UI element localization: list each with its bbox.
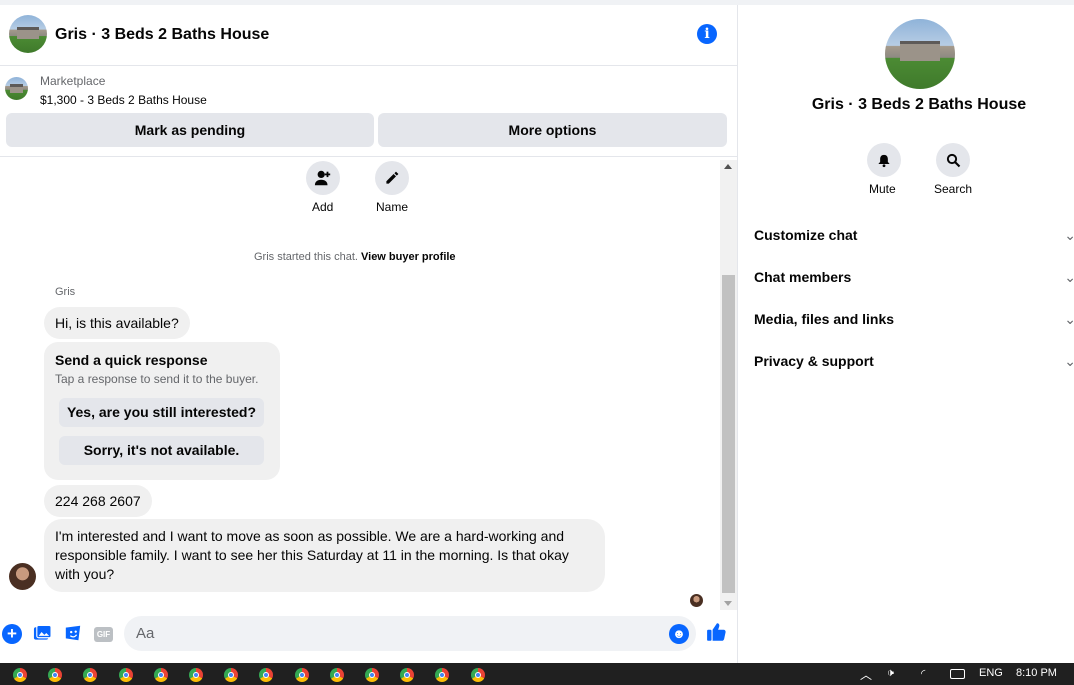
listing-avatar[interactable] [9, 15, 47, 53]
add-person-icon [314, 170, 331, 185]
media-files-links-section[interactable]: Media, files and links ⌄ [754, 311, 1074, 327]
battery-icon[interactable] [950, 669, 965, 679]
show-hidden-icons-icon[interactable]: ︿ [860, 666, 872, 683]
chevron-down-icon: ⌄ [1064, 227, 1074, 243]
mute-button[interactable] [867, 143, 901, 177]
chat-started-notice: Gris started this chat. View buyer profi… [254, 251, 456, 263]
name-label: Name [376, 200, 409, 214]
chevron-down-icon: ⌄ [1064, 269, 1074, 285]
chevron-down-icon: ⌄ [1064, 311, 1074, 327]
chrome-taskbar-icon[interactable] [365, 668, 379, 682]
mute-label: Mute [869, 182, 896, 196]
quick-response-card: Send a quick response Tap a response to … [44, 342, 280, 480]
more-options-button[interactable]: More options [378, 113, 727, 147]
privacy-support-section[interactable]: Privacy & support ⌄ [754, 353, 1074, 369]
message-bubble[interactable]: 224 268 2607 [44, 485, 152, 517]
gif-icon[interactable]: GIF [94, 627, 113, 642]
bell-icon [878, 154, 890, 167]
chrome-taskbar-icon[interactable] [83, 668, 98, 682]
chrome-taskbar-icon[interactable] [189, 668, 203, 682]
clock[interactable]: 8:10 PM [1016, 667, 1057, 679]
chrome-taskbar-icon[interactable] [294, 668, 309, 682]
scroll-down-arrow-icon[interactable] [724, 601, 732, 606]
chrome-taskbar-icon[interactable] [259, 668, 274, 682]
search-label: Search [934, 182, 973, 196]
message-thread: Add Name Gris started this chat. View bu… [0, 158, 738, 610]
speaker-icon[interactable]: 🕩 [887, 667, 894, 680]
listing-price-title[interactable]: $1,300 - 3 Beds 2 Baths House [40, 93, 207, 107]
sender-avatar[interactable] [9, 563, 36, 590]
message-composer: + GIF ☻ [0, 613, 738, 663]
read-receipt-avatar [690, 594, 703, 607]
chrome-taskbar-icon[interactable] [153, 668, 168, 682]
wifi-icon[interactable]: ◜ [921, 667, 925, 680]
add-person-button[interactable] [306, 161, 340, 195]
customize-chat-section[interactable]: Customize chat ⌄ [754, 227, 1074, 243]
chat-members-section[interactable]: Chat members ⌄ [754, 269, 1074, 285]
plus-icon[interactable]: + [2, 624, 22, 644]
conversation-pane: Gris · 3 Beds 2 Baths House i Marketplac… [0, 5, 738, 663]
chrome-taskbar-icon[interactable] [329, 668, 344, 682]
pencil-icon [386, 171, 399, 184]
quick-response-sorry-button[interactable]: Sorry, it's not available. [59, 436, 264, 465]
language-indicator[interactable]: ENG [979, 667, 1003, 679]
add-label: Add [312, 200, 334, 214]
chrome-taskbar-icon[interactable] [400, 668, 415, 682]
conversation-header: Gris · 3 Beds 2 Baths House i [0, 5, 738, 66]
search-icon [946, 153, 960, 167]
messenger-window: Gris · 3 Beds 2 Baths House i Marketplac… [0, 0, 1074, 663]
chrome-taskbar-icon[interactable] [13, 668, 27, 682]
thread-scrollbar[interactable] [720, 160, 737, 610]
chevron-down-icon: ⌄ [1064, 353, 1074, 369]
marketplace-listing-bar: Marketplace $1,300 - 3 Beds 2 Baths Hous… [0, 67, 738, 157]
message-input[interactable] [124, 616, 696, 651]
view-buyer-profile-link[interactable]: View buyer profile [361, 251, 456, 263]
chrome-taskbar-icon[interactable] [470, 668, 485, 682]
quick-response-yes-button[interactable]: Yes, are you still interested? [59, 398, 264, 427]
info-icon[interactable]: i [697, 24, 717, 44]
chrome-taskbar-icon[interactable] [48, 668, 63, 682]
thumbs-up-icon[interactable] [706, 621, 728, 649]
details-title: Gris · 3 Beds 2 Baths House [811, 96, 1027, 113]
sticker-icon[interactable] [63, 624, 83, 644]
conversation-details-panel: Gris · 3 Beds 2 Baths House Mute Search … [739, 5, 1074, 663]
mark-as-pending-button[interactable]: Mark as pending [6, 113, 374, 147]
scroll-up-arrow-icon[interactable] [724, 164, 732, 169]
message-bubble[interactable]: Hi, is this available? [44, 307, 190, 339]
photo-icon[interactable] [32, 624, 52, 644]
chrome-taskbar-icon[interactable] [118, 668, 133, 682]
name-button[interactable] [375, 161, 409, 195]
quick-response-title: Send a quick response [55, 352, 208, 368]
message-bubble[interactable]: I'm interested and I want to move as soo… [44, 519, 605, 592]
quick-response-subtitle: Tap a response to send it to the buyer. [55, 372, 259, 386]
chrome-taskbar-icon[interactable] [224, 668, 239, 682]
search-button[interactable] [936, 143, 970, 177]
listing-category: Marketplace [40, 74, 106, 88]
scrollbar-thumb[interactable] [722, 275, 735, 593]
emoji-icon[interactable]: ☻ [669, 624, 689, 644]
conversation-title[interactable]: Gris · 3 Beds 2 Baths House [55, 26, 269, 44]
listing-thumbnail[interactable] [5, 77, 28, 100]
details-avatar [885, 19, 955, 89]
sender-name: Gris [55, 286, 76, 298]
windows-taskbar: ︿ 🕩 ◜ ENG 8:10 PM [0, 663, 1074, 685]
chrome-taskbar-icon[interactable] [435, 668, 450, 682]
